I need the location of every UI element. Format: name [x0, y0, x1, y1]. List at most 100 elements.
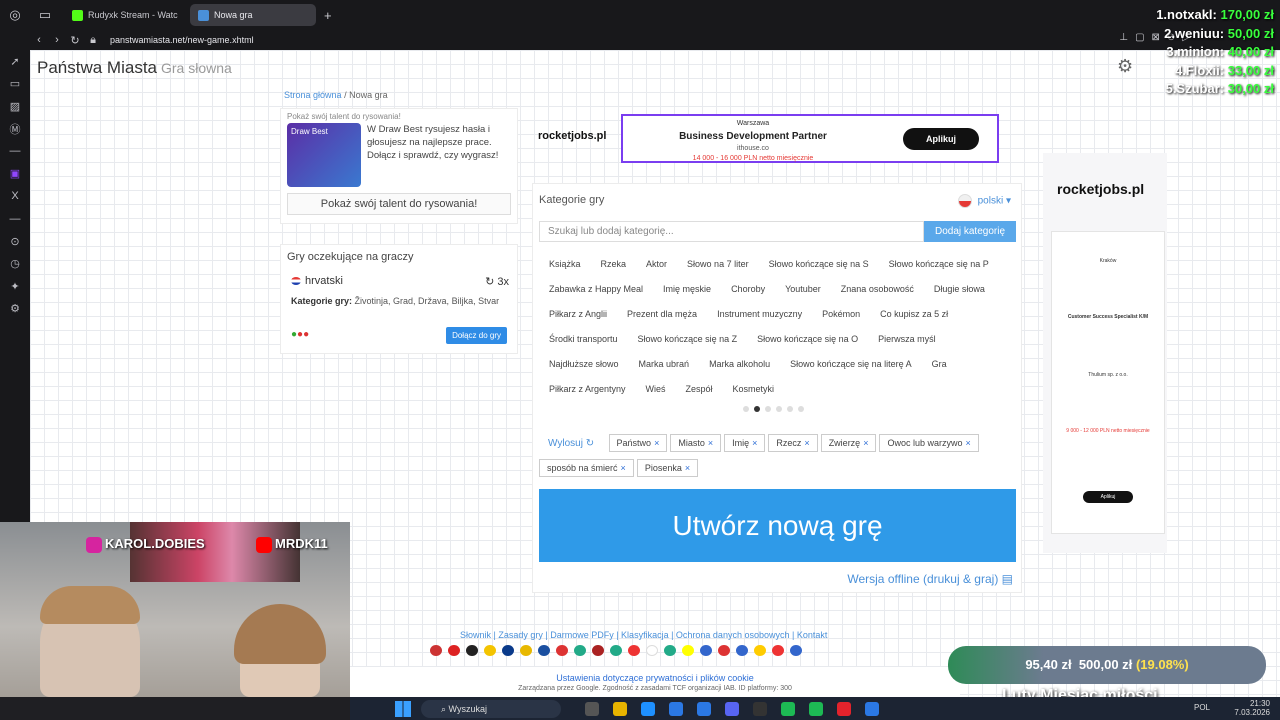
opera-icon[interactable]: [837, 701, 851, 716]
random-button[interactable]: Wylosuj ↻: [548, 438, 594, 449]
category-item[interactable]: Wieś: [636, 379, 676, 399]
language-indicator[interactable]: POL: [1194, 703, 1210, 712]
category-item[interactable]: Słowo kończące się na S: [759, 254, 879, 274]
category-item[interactable]: Rzeka: [591, 254, 637, 274]
remove-icon[interactable]: ×: [804, 438, 809, 448]
category-item[interactable]: Najdłuższe słowo: [539, 354, 629, 374]
footer-links[interactable]: Słownik | Zasady gry | Darmowe PDFy | Kl…: [460, 630, 827, 640]
flag-icon[interactable]: [736, 645, 748, 656]
category-item[interactable]: Słowo kończące się na Z: [628, 329, 748, 349]
url-text[interactable]: panstwamiasta.net/new-game.xhtml: [110, 35, 254, 45]
wallet-icon[interactable]: ▨: [0, 95, 30, 118]
file-explorer-icon[interactable]: [613, 701, 627, 716]
category-item[interactable]: Pokémon: [812, 304, 870, 324]
settings-icon[interactable]: ⚙: [0, 298, 30, 321]
tab-kick-stream[interactable]: Rudyxk Stream - Watc: [64, 4, 186, 26]
drawbest-image[interactable]: Draw Best: [287, 123, 361, 187]
flag-icon[interactable]: [556, 645, 568, 656]
category-item[interactable]: Pierwsza myśl: [868, 329, 946, 349]
category-item[interactable]: Słowo na 7 liter: [677, 254, 759, 274]
category-item[interactable]: Znana osobowość: [831, 279, 924, 299]
flag-icon[interactable]: [538, 645, 550, 656]
category-item[interactable]: Piłkarz z Anglii: [539, 304, 617, 324]
clock[interactable]: 21:30 7.03.2026: [1234, 699, 1270, 717]
category-item[interactable]: Długie słowa: [924, 279, 995, 299]
category-item[interactable]: Marka alkoholu: [699, 354, 780, 374]
flag-icon[interactable]: [772, 645, 784, 656]
category-item[interactable]: Prezent dla męża: [617, 304, 707, 324]
back-icon[interactable]: ‹: [30, 34, 48, 46]
remove-icon[interactable]: ×: [863, 438, 868, 448]
selected-category-chip[interactable]: Państwo ×: [608, 434, 668, 452]
remove-icon[interactable]: ×: [654, 438, 659, 448]
category-item[interactable]: Aktor: [636, 254, 677, 274]
site-title[interactable]: Państwa Miasta Gra słowna: [37, 58, 232, 78]
add-category-button[interactable]: Dodaj kategorię: [924, 221, 1016, 242]
reload-icon[interactable]: ↻: [66, 34, 84, 47]
category-item[interactable]: Imię męskie: [653, 279, 721, 299]
extensions-icon[interactable]: ✦: [0, 275, 30, 298]
flag-icon[interactable]: [484, 645, 496, 656]
screenshot-icon[interactable]: ▢: [1135, 32, 1144, 43]
flag-icon[interactable]: [682, 645, 694, 656]
category-item[interactable]: Zabawka z Happy Meal: [539, 279, 653, 299]
side-ad[interactable]: rocketjobs.pl Kraków Customer Success Sp…: [1043, 153, 1167, 553]
ad-apply-button[interactable]: Aplikuj: [903, 128, 979, 150]
join-game-button[interactable]: Dołącz do gry: [446, 327, 507, 344]
discord-icon[interactable]: [725, 701, 739, 716]
app-icon[interactable]: [809, 701, 823, 716]
category-item[interactable]: Środki transportu: [539, 329, 628, 349]
tab-nowa-gra[interactable]: Nowa gra: [190, 4, 316, 26]
category-item[interactable]: Youtuber: [775, 279, 831, 299]
page-dot[interactable]: [765, 406, 771, 412]
chat-icon[interactable]: ▭: [0, 73, 30, 96]
category-item[interactable]: Marka ubrań: [629, 354, 700, 374]
flag-icon[interactable]: [520, 645, 532, 656]
language-select[interactable]: polski ▾: [957, 194, 1011, 208]
category-item[interactable]: Piłkarz z Argentyny: [539, 379, 636, 399]
app-icon[interactable]: [865, 701, 879, 716]
music-icon[interactable]: Ⓜ: [0, 118, 30, 141]
flag-icon[interactable]: [700, 645, 712, 656]
page-dot[interactable]: [787, 406, 793, 412]
flag-icon[interactable]: [664, 645, 676, 656]
category-item[interactable]: Słowo kończące się na literę A: [780, 354, 922, 374]
remove-icon[interactable]: ×: [621, 463, 626, 473]
flag-icon[interactable]: [430, 645, 442, 656]
twitch-icon[interactable]: ▣: [0, 163, 30, 186]
category-item[interactable]: Słowo kończące się na O: [747, 329, 868, 349]
rocketjobs-logo[interactable]: rocketjobs.pl: [538, 130, 606, 142]
selected-category-chip[interactable]: Owoc lub warzywo ×: [879, 434, 979, 452]
selected-category-chip[interactable]: Piosenka ×: [636, 459, 699, 477]
flow-icon[interactable]: ➚: [0, 50, 30, 73]
offline-version-link[interactable]: Wersja offline (drukuj & graj) ▤: [847, 572, 1013, 586]
app-icon[interactable]: [697, 701, 711, 716]
flag-icon[interactable]: [466, 645, 478, 656]
remove-icon[interactable]: ×: [966, 438, 971, 448]
category-item[interactable]: Instrument muzyczny: [707, 304, 812, 324]
selected-category-chip[interactable]: Imię ×: [724, 434, 766, 452]
breadcrumb-home[interactable]: Strona główna: [284, 90, 342, 100]
category-item[interactable]: Gra: [922, 354, 957, 374]
history-icon[interactable]: ◷: [0, 253, 30, 276]
page-dot[interactable]: [776, 406, 782, 412]
new-tab-icon[interactable]: +: [324, 8, 332, 23]
selected-category-chip[interactable]: Zwierzę ×: [820, 434, 877, 452]
ad-banner[interactable]: Warszawa Business Development Partner it…: [621, 114, 999, 163]
remove-icon[interactable]: ×: [685, 463, 690, 473]
settings-gear-icon[interactable]: ⚙: [1117, 56, 1133, 77]
page-dot-active[interactable]: [754, 406, 760, 412]
category-item[interactable]: Co kupisz za 5 zł: [870, 304, 958, 324]
category-search-input[interactable]: Szukaj lub dodaj kategorię...: [539, 221, 924, 242]
category-item[interactable]: Kosmetyki: [723, 379, 785, 399]
windows-start-icon[interactable]: [395, 700, 411, 717]
edge-icon[interactable]: [641, 701, 655, 716]
taskbar-search[interactable]: ⌕ Wyszukaj: [421, 699, 561, 718]
category-item[interactable]: Zespół: [676, 379, 723, 399]
flag-icon[interactable]: [718, 645, 730, 656]
cookie-settings[interactable]: Ustawienia dotyczące prywatności i plikó…: [350, 667, 960, 697]
selected-category-chip[interactable]: Rzecz ×: [768, 434, 818, 452]
remove-icon[interactable]: ×: [752, 438, 757, 448]
remove-icon[interactable]: ×: [708, 438, 713, 448]
pin-icon[interactable]: ⊥: [1119, 32, 1128, 43]
